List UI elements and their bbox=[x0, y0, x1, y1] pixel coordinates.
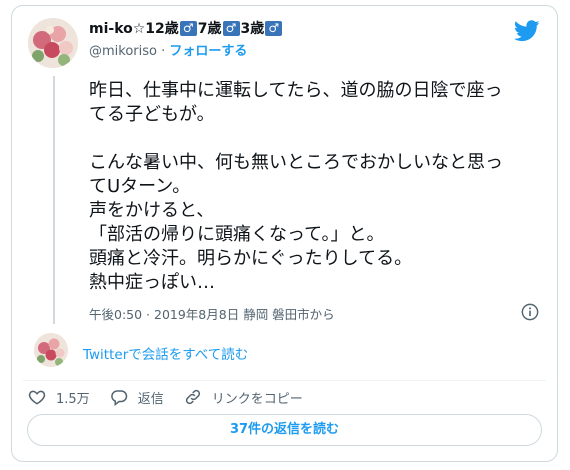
read-replies-button[interactable]: 37件の返信を読む bbox=[27, 414, 542, 446]
author-avatar[interactable] bbox=[28, 18, 78, 68]
tweet-line: 昨日、仕事中に運転してたら、道の脇の日陰で座っ bbox=[89, 80, 503, 101]
separator: · bbox=[161, 44, 166, 59]
divider bbox=[23, 380, 546, 381]
male-badge-icon: ♂ bbox=[265, 21, 283, 36]
like-button[interactable]: 1.5万 bbox=[28, 388, 90, 407]
tweet-line: てる子どもが。 bbox=[89, 104, 215, 125]
male-badge-icon: ♂ bbox=[179, 21, 197, 36]
tweet-meta: 午後0:50 · 2019年8月8日 静岡 磐田市から bbox=[89, 304, 335, 323]
timestamp[interactable]: 午後0:50 · 2019年8月8日 bbox=[89, 307, 239, 322]
handle-row: @mikoriso · フォローする bbox=[89, 40, 247, 59]
reply-label: 返信 bbox=[137, 391, 164, 407]
tweet-line: 「部活の帰りに頭痛くなって。」と。 bbox=[89, 224, 385, 245]
author-name-text: 7歳 bbox=[197, 21, 222, 37]
heart-icon bbox=[28, 390, 46, 405]
author-name-text: mi-ko☆12歳 bbox=[89, 21, 179, 37]
male-badge-icon: ♂ bbox=[222, 21, 240, 36]
tweet-line: てUターン。 bbox=[89, 176, 191, 197]
like-count: 1.5万 bbox=[56, 391, 90, 407]
action-bar: 1.5万 返信 リンクをコピー bbox=[28, 385, 323, 409]
author-name-text: 3歳 bbox=[240, 21, 265, 37]
info-icon[interactable] bbox=[521, 303, 539, 321]
twitter-bird-icon[interactable] bbox=[514, 20, 540, 42]
author-name[interactable]: mi-ko☆12歳 ♂ 7歳 ♂ 3歳 ♂ bbox=[89, 18, 283, 38]
tweet-line: こんな暑い中、何も無いところでおかしいなと思っ bbox=[89, 152, 503, 173]
tweet-body: 昨日、仕事中に運転してたら、道の脇の日陰で座っ てる子どもが。 こんな暑い中、何… bbox=[89, 79, 529, 295]
reply-button[interactable]: 返信 bbox=[110, 388, 164, 407]
tweet-line: 頭痛と冷汗。明らかにぐったりしてる。 bbox=[89, 248, 413, 269]
location[interactable]: 静岡 磐田市から bbox=[243, 307, 334, 322]
thread-line bbox=[53, 76, 55, 324]
tweet-card: mi-ko☆12歳 ♂ 7歳 ♂ 3歳 ♂ @mikoriso · フォローする 昨日、仕… bbox=[11, 5, 558, 462]
follow-button[interactable]: フォローする bbox=[169, 44, 247, 59]
tweet-line: 熱中症っぽい… bbox=[89, 272, 215, 293]
tweet-line: 声をかけると、 bbox=[89, 200, 215, 221]
author-handle[interactable]: @mikoriso bbox=[89, 44, 157, 59]
conversation-avatar[interactable] bbox=[34, 333, 68, 367]
reply-icon bbox=[110, 390, 127, 406]
read-conversation-link[interactable]: Twitterで会話をすべて読む bbox=[83, 343, 248, 363]
copy-link-label: リンクをコピー bbox=[211, 391, 303, 407]
link-icon bbox=[185, 389, 200, 405]
copy-link-button[interactable]: リンクをコピー bbox=[184, 388, 303, 407]
